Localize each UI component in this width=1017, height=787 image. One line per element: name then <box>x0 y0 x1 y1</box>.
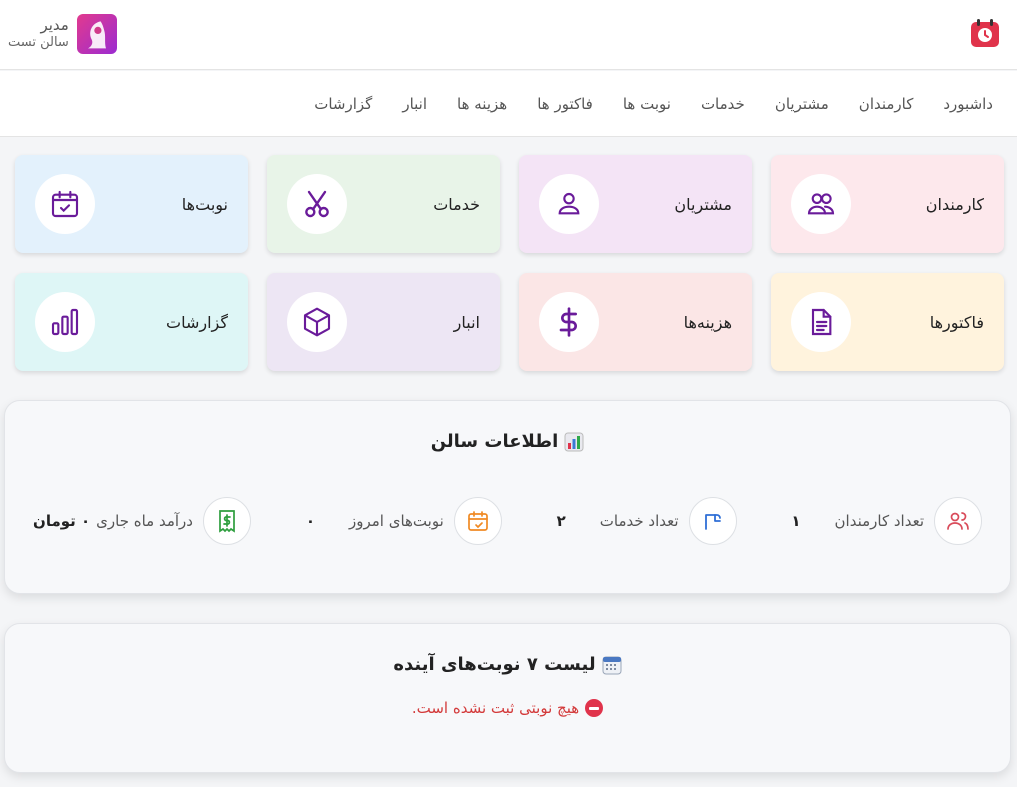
salon-info-title: اطلاعات سالن <box>5 431 1010 452</box>
salon-info-title-text: اطلاعات سالن <box>430 431 559 452</box>
nav-item-reports[interactable]: گزارشات <box>314 95 372 113</box>
main-nav: داشبورد کارمندان مشتریان خدمات نوبت ها ف… <box>0 71 1017 137</box>
calendar-logo-icon[interactable] <box>969 17 1001 49</box>
dollar-icon <box>539 292 599 352</box>
stat-value: ۰ <box>305 512 315 530</box>
users-icon <box>791 174 851 234</box>
card-services[interactable]: خدمات <box>267 155 500 253</box>
income-label: درآمد ماه جاری <box>96 512 193 530</box>
card-reports[interactable]: گزارشات <box>15 273 248 371</box>
stat-label: تعداد خدمات <box>599 512 679 530</box>
card-label: انبار <box>453 312 480 332</box>
stats-row: تعداد کارمندان ۱ تعداد خدمات ۲ نوبت‌های … <box>33 497 982 545</box>
stat-services: تعداد خدمات ۲ <box>557 497 737 545</box>
income-value: ۰ تومان <box>33 512 91 530</box>
nav-item-services[interactable]: خدمات <box>701 95 745 113</box>
nav-item-expenses[interactable]: هزینه ها <box>457 95 507 113</box>
user-icon <box>539 174 599 234</box>
quick-access-grid: کارمندان مشتریان خدمات نوبت‌ها فاکتورها … <box>12 155 1004 371</box>
stat-employees: تعداد کارمندان ۱ <box>791 497 982 545</box>
card-appointments[interactable]: نوبت‌ها <box>15 155 248 253</box>
card-label: مشتریان <box>674 194 732 214</box>
calendar-check-icon <box>35 174 95 234</box>
stat-label: تعداد کارمندان <box>834 512 924 530</box>
no-entry-icon <box>585 699 604 717</box>
salon-info-panel: اطلاعات سالن تعداد کارمندان ۱ تعداد خدما… <box>4 400 1011 594</box>
calendar-check-icon <box>453 497 502 545</box>
upcoming-appointments-panel: لیست ۷ نوبت‌های آینده هیچ نوبتی ثبت نشده… <box>4 623 1011 773</box>
card-label: هزینه‌ها <box>683 312 732 332</box>
upcoming-appointments-title-text: لیست ۷ نوبت‌های آینده <box>393 654 596 675</box>
empty-message-text: هیچ نوبتی ثبت نشده است. <box>411 699 580 717</box>
user-info: مدیر سالن تست <box>8 16 69 52</box>
income-wrap: درآمد ماه جاری ۰ تومان <box>33 512 193 530</box>
card-expenses[interactable]: هزینه‌ها <box>519 273 752 371</box>
avatar[interactable] <box>76 14 117 54</box>
scissors-icon <box>287 174 347 234</box>
card-invoices[interactable]: فاکتورها <box>771 273 1004 371</box>
card-label: خدمات <box>433 194 480 214</box>
box-icon <box>287 292 347 352</box>
card-label: فاکتورها <box>929 312 984 332</box>
user-role: مدیر <box>40 16 69 34</box>
empty-appointments-message: هیچ نوبتی ثبت نشده است. <box>5 699 1010 717</box>
service-icon <box>688 497 737 545</box>
card-label: نوبت‌ها <box>181 194 228 214</box>
nav-item-invoices[interactable]: فاکتور ها <box>537 95 593 113</box>
receipt-dollar-icon <box>202 497 251 545</box>
nav-item-appointments[interactable]: نوبت ها <box>623 95 671 113</box>
stat-label: نوبت‌های امروز <box>348 512 444 530</box>
bar-chart-icon <box>35 292 95 352</box>
stat-value: ۱ <box>791 512 801 530</box>
top-bar: مدیر سالن تست <box>0 0 1017 70</box>
card-customers[interactable]: مشتریان <box>519 155 752 253</box>
card-inventory[interactable]: انبار <box>267 273 500 371</box>
stat-today-appointments: نوبت‌های امروز ۰ <box>306 497 502 545</box>
salon-name: سالن تست <box>8 35 69 50</box>
stat-value: ۲ <box>556 512 566 530</box>
upcoming-appointments-title: لیست ۷ نوبت‌های آینده <box>5 654 1010 675</box>
nav-item-inventory[interactable]: انبار <box>402 95 427 113</box>
users-icon <box>934 497 982 545</box>
nav-item-employees[interactable]: کارمندان <box>859 95 914 113</box>
nav-item-customers[interactable]: مشتریان <box>775 95 829 113</box>
card-label: کارمندان <box>925 194 984 214</box>
file-text-icon <box>791 292 851 352</box>
calendar-emoji-icon <box>602 655 622 675</box>
user-menu[interactable]: مدیر سالن تست <box>8 14 117 54</box>
chart-emoji-icon <box>564 432 584 452</box>
card-employees[interactable]: کارمندان <box>771 155 1004 253</box>
card-label: گزارشات <box>166 312 228 332</box>
nav-item-dashboard[interactable]: داشبورد <box>943 95 993 113</box>
stat-monthly-income: درآمد ماه جاری ۰ تومان <box>33 497 251 545</box>
